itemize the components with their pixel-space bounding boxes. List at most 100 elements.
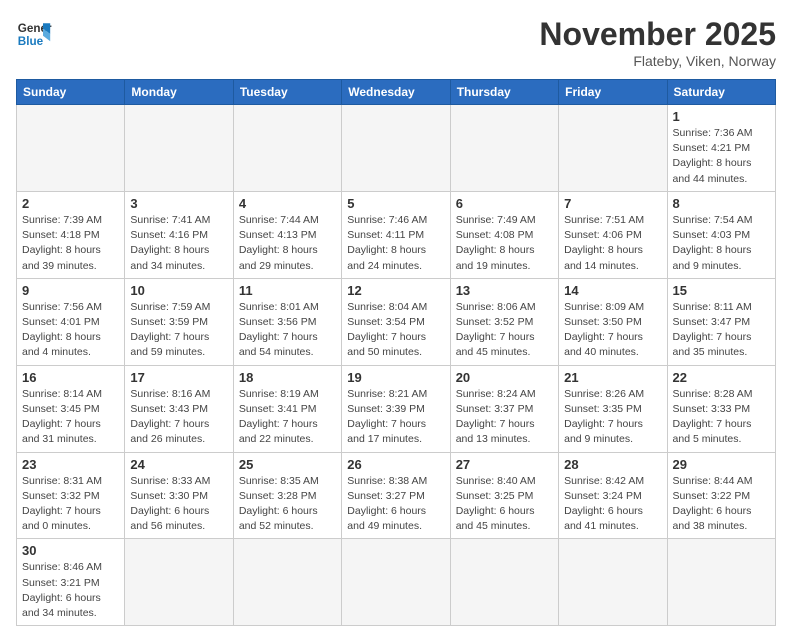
day-cell: 20Sunrise: 8:24 AMSunset: 3:37 PMDayligh… (450, 365, 558, 452)
calendar-table: SundayMondayTuesdayWednesdayThursdayFrid… (16, 79, 776, 626)
week-row-6: 30 Sunrise: 8:46 AMSunset: 3:21 PMDayligh… (17, 539, 776, 626)
day-cell: 17 Sunrise: 8:16 AMSunset: 3:43 PMDayligh… (125, 365, 233, 452)
day-number: 3 (130, 196, 227, 211)
day-info: Sunrise: 7:49 AMSunset: 4:08 PMDaylight:… (456, 213, 553, 274)
day-number: 8 (673, 196, 770, 211)
day-number: 12 (347, 283, 444, 298)
day-number: 16 (22, 370, 119, 385)
day-number: 1 (673, 109, 770, 124)
day-info: Sunrise: 8:35 AMSunset: 3:28 PMDaylight:… (239, 474, 336, 535)
day-info: Sunrise: 8:42 AMSunset: 3:24 PMDaylight:… (564, 474, 661, 535)
day-info: Sunrise: 7:36 AMSunset: 4:21 PMDaylight:… (673, 126, 770, 187)
day-number: 24 (130, 457, 227, 472)
day-info: Sunrise: 8:19 AMSunset: 3:41 PMDaylight:… (239, 387, 336, 448)
day-cell (450, 105, 558, 192)
day-number: 21 (564, 370, 661, 385)
day-cell: 9 Sunrise: 7:56 AMSunset: 4:01 PMDaylight… (17, 278, 125, 365)
day-number: 2 (22, 196, 119, 211)
day-cell: 10Sunrise: 7:59 AMSunset: 3:59 PMDayligh… (125, 278, 233, 365)
day-cell: 27Sunrise: 8:40 AMSunset: 3:25 PMDayligh… (450, 452, 558, 539)
day-number: 25 (239, 457, 336, 472)
day-number: 30 (22, 543, 119, 558)
day-info: Sunrise: 7:41 AMSunset: 4:16 PMDaylight:… (130, 213, 227, 274)
day-number: 22 (673, 370, 770, 385)
day-cell: 30 Sunrise: 8:46 AMSunset: 3:21 PMDayligh… (17, 539, 125, 626)
day-cell: 6Sunrise: 7:49 AMSunset: 4:08 PMDaylight… (450, 191, 558, 278)
weekday-header-friday: Friday (559, 80, 667, 105)
day-info: Sunrise: 7:56 AMSunset: 4:01 PMDaylight:… (22, 300, 119, 361)
day-number: 27 (456, 457, 553, 472)
day-info: Sunrise: 8:16 AMSunset: 3:43 PMDaylight:… (130, 387, 227, 448)
day-number: 4 (239, 196, 336, 211)
week-row-5: 23 Sunrise: 8:31 AMSunset: 3:32 PMDayligh… (17, 452, 776, 539)
day-cell: 5 Sunrise: 7:46 AMSunset: 4:11 PMDaylight… (342, 191, 450, 278)
logo-icon: General Blue (16, 16, 52, 52)
day-number: 18 (239, 370, 336, 385)
weekday-header-wednesday: Wednesday (342, 80, 450, 105)
day-cell: 22 Sunrise: 8:28 AMSunset: 3:33 PMDayligh… (667, 365, 775, 452)
day-cell (125, 105, 233, 192)
day-cell: 2 Sunrise: 7:39 AMSunset: 4:18 PMDaylight… (17, 191, 125, 278)
weekday-header-tuesday: Tuesday (233, 80, 341, 105)
weekday-header-sunday: Sunday (17, 80, 125, 105)
day-info: Sunrise: 7:39 AMSunset: 4:18 PMDaylight:… (22, 213, 119, 274)
svg-text:Blue: Blue (18, 35, 44, 48)
day-number: 20 (456, 370, 553, 385)
weekday-header-row: SundayMondayTuesdayWednesdayThursdayFrid… (17, 80, 776, 105)
day-cell: 29Sunrise: 8:44 AMSunset: 3:22 PMDayligh… (667, 452, 775, 539)
day-number: 26 (347, 457, 444, 472)
day-number: 7 (564, 196, 661, 211)
weekday-header-saturday: Saturday (667, 80, 775, 105)
day-cell: 8 Sunrise: 7:54 AMSunset: 4:03 PMDaylight… (667, 191, 775, 278)
day-info: Sunrise: 7:44 AMSunset: 4:13 PMDaylight:… (239, 213, 336, 274)
day-cell (450, 539, 558, 626)
day-info: Sunrise: 8:46 AMSunset: 3:21 PMDaylight:… (22, 560, 119, 621)
day-number: 15 (673, 283, 770, 298)
day-cell: 26 Sunrise: 8:38 AMSunset: 3:27 PMDayligh… (342, 452, 450, 539)
day-cell: 7Sunrise: 7:51 AMSunset: 4:06 PMDaylight… (559, 191, 667, 278)
day-info: Sunrise: 7:54 AMSunset: 4:03 PMDaylight:… (673, 213, 770, 274)
day-info: Sunrise: 8:11 AMSunset: 3:47 PMDaylight:… (673, 300, 770, 361)
day-cell (233, 539, 341, 626)
day-cell (233, 105, 341, 192)
week-row-2: 2 Sunrise: 7:39 AMSunset: 4:18 PMDaylight… (17, 191, 776, 278)
day-info: Sunrise: 8:09 AMSunset: 3:50 PMDaylight:… (564, 300, 661, 361)
day-cell (559, 105, 667, 192)
day-info: Sunrise: 7:59 AMSunset: 3:59 PMDaylight:… (130, 300, 227, 361)
day-cell: 23 Sunrise: 8:31 AMSunset: 3:32 PMDayligh… (17, 452, 125, 539)
day-cell: 18 Sunrise: 8:19 AMSunset: 3:41 PMDayligh… (233, 365, 341, 452)
day-number: 9 (22, 283, 119, 298)
weekday-header-monday: Monday (125, 80, 233, 105)
day-cell: 16Sunrise: 8:14 AMSunset: 3:45 PMDayligh… (17, 365, 125, 452)
day-number: 23 (22, 457, 119, 472)
day-cell (342, 539, 450, 626)
location: Flateby, Viken, Norway (539, 53, 776, 69)
day-info: Sunrise: 8:31 AMSunset: 3:32 PMDaylight:… (22, 474, 119, 535)
day-cell (17, 105, 125, 192)
day-info: Sunrise: 8:38 AMSunset: 3:27 PMDaylight:… (347, 474, 444, 535)
month-title: November 2025 (539, 16, 776, 53)
day-info: Sunrise: 8:33 AMSunset: 3:30 PMDaylight:… (130, 474, 227, 535)
day-cell (559, 539, 667, 626)
day-cell: 13Sunrise: 8:06 AMSunset: 3:52 PMDayligh… (450, 278, 558, 365)
day-cell: 19Sunrise: 8:21 AMSunset: 3:39 PMDayligh… (342, 365, 450, 452)
day-cell: 25 Sunrise: 8:35 AMSunset: 3:28 PMDayligh… (233, 452, 341, 539)
day-info: Sunrise: 8:21 AMSunset: 3:39 PMDaylight:… (347, 387, 444, 448)
day-cell: 24 Sunrise: 8:33 AMSunset: 3:30 PMDayligh… (125, 452, 233, 539)
day-cell: 28 Sunrise: 8:42 AMSunset: 3:24 PMDayligh… (559, 452, 667, 539)
day-cell: 21 Sunrise: 8:26 AMSunset: 3:35 PMDayligh… (559, 365, 667, 452)
day-number: 5 (347, 196, 444, 211)
day-info: Sunrise: 8:44 AMSunset: 3:22 PMDaylight:… (673, 474, 770, 535)
week-row-4: 16Sunrise: 8:14 AMSunset: 3:45 PMDayligh… (17, 365, 776, 452)
day-number: 17 (130, 370, 227, 385)
day-number: 28 (564, 457, 661, 472)
day-info: Sunrise: 8:26 AMSunset: 3:35 PMDaylight:… (564, 387, 661, 448)
day-info: Sunrise: 8:28 AMSunset: 3:33 PMDaylight:… (673, 387, 770, 448)
day-cell (667, 539, 775, 626)
week-row-1: 1 Sunrise: 7:36 AMSunset: 4:21 PMDaylight… (17, 105, 776, 192)
day-info: Sunrise: 8:06 AMSunset: 3:52 PMDaylight:… (456, 300, 553, 361)
day-cell: 12Sunrise: 8:04 AMSunset: 3:54 PMDayligh… (342, 278, 450, 365)
day-cell: 3 Sunrise: 7:41 AMSunset: 4:16 PMDaylight… (125, 191, 233, 278)
day-number: 11 (239, 283, 336, 298)
day-info: Sunrise: 7:46 AMSunset: 4:11 PMDaylight:… (347, 213, 444, 274)
